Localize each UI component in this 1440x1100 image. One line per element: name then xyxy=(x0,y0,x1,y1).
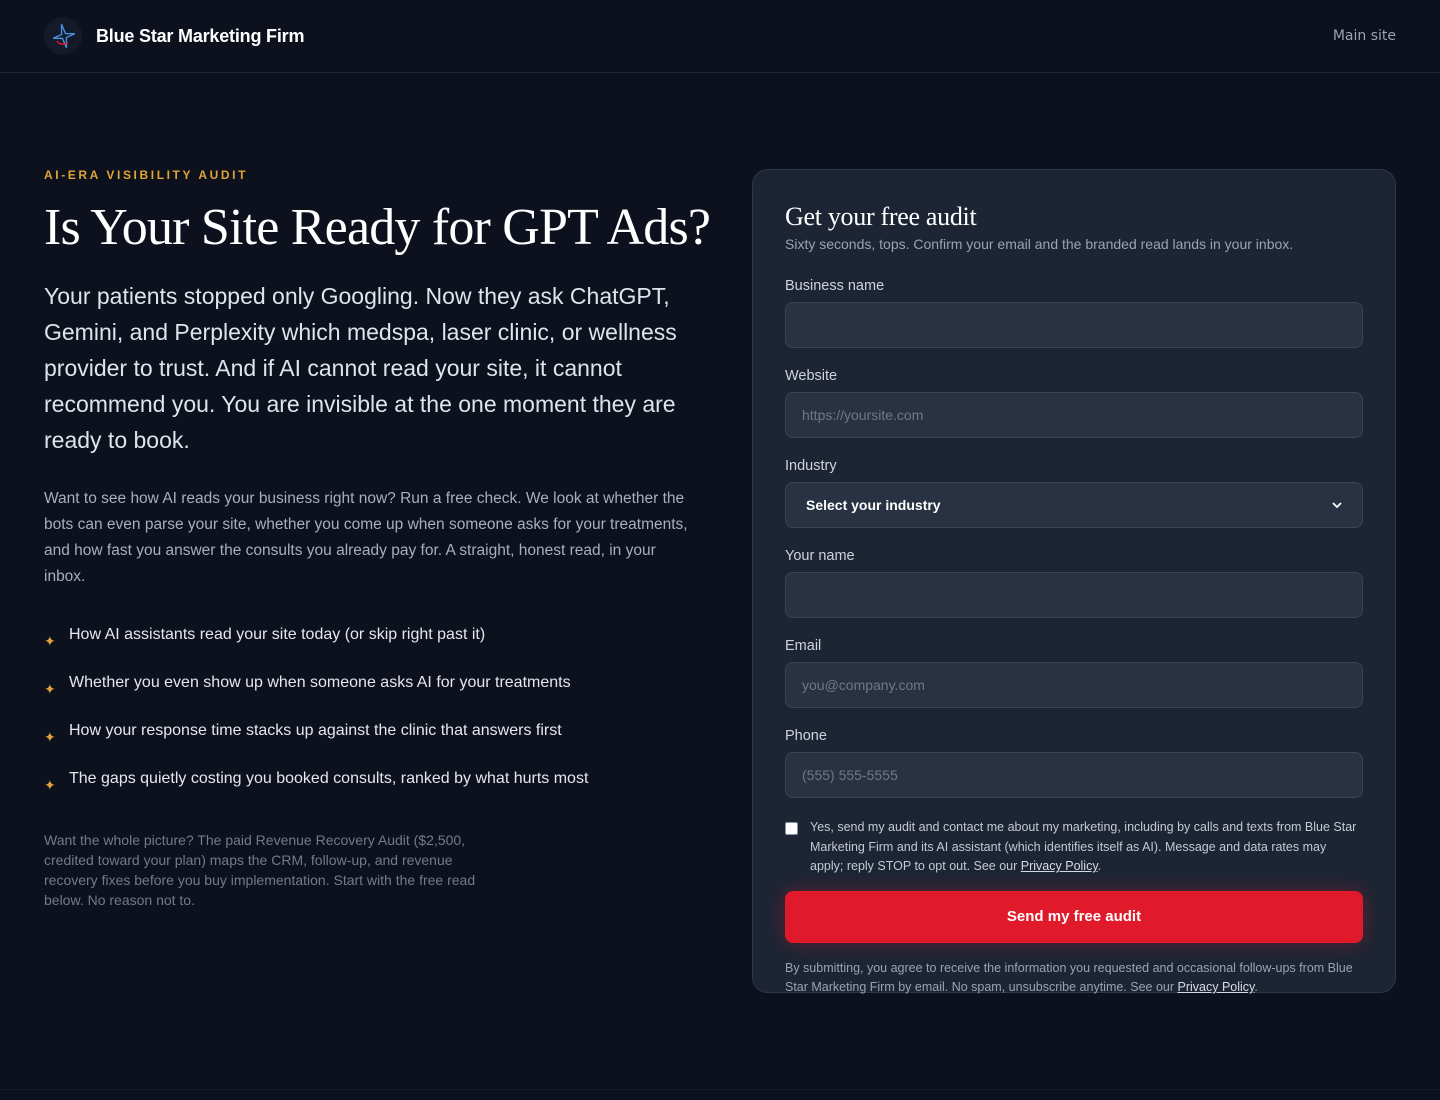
benefit-list: ✦ How AI assistants read your site today… xyxy=(44,624,694,796)
legal-end: . xyxy=(1254,980,1258,994)
industry-label: Industry xyxy=(785,458,837,474)
main-site-link[interactable]: Main site xyxy=(1333,28,1396,44)
business-name-input[interactable] xyxy=(785,302,1363,348)
consent-checkbox[interactable] xyxy=(785,822,798,835)
list-item: ✦ How your response time stacks up again… xyxy=(44,720,694,748)
list-item: ✦ Whether you even show up when someone … xyxy=(44,672,694,700)
hero-body: Want to see how AI reads your business r… xyxy=(44,489,688,585)
industry-select[interactable]: Select your industry xyxy=(785,482,1363,528)
phone-label: Phone xyxy=(785,728,827,744)
list-item: ✦ The gaps quietly costing you booked co… xyxy=(44,768,694,796)
list-item-text: How AI assistants read your site today (… xyxy=(69,625,486,643)
list-item-text: How your response time stacks up against… xyxy=(69,721,562,739)
consent-privacy-link[interactable]: Privacy Policy xyxy=(1021,859,1098,873)
legal-privacy-link[interactable]: Privacy Policy xyxy=(1178,980,1255,994)
form-title: Get your free audit xyxy=(785,202,977,231)
email-input[interactable] xyxy=(785,662,1363,708)
website-field-group: Website xyxy=(785,368,1363,438)
email-label: Email xyxy=(785,638,822,654)
industry-field-group: Industry Select your industry xyxy=(785,458,1363,528)
legal-body: By submitting, you agree to receive the … xyxy=(785,960,1353,995)
page-title: Is Your Site Ready for GPT Ads? xyxy=(44,199,711,256)
phone-input[interactable] xyxy=(785,752,1363,798)
footer-divider xyxy=(0,1089,1440,1090)
list-item: ✦ How AI assistants read your site today… xyxy=(44,624,694,652)
business-name-field-group: Business name xyxy=(785,278,1363,348)
blue-star-logo-icon xyxy=(44,17,82,55)
phone-field-group: Phone xyxy=(785,728,1363,798)
sparkle-icon: ✦ xyxy=(44,632,56,649)
audit-form-card: Get your free audit Sixty seconds, tops.… xyxy=(752,169,1396,994)
eyebrow: AI-ERA VISIBILITY AUDIT xyxy=(44,168,249,182)
your-name-label: Your name xyxy=(785,548,855,564)
paid-audit-note: Want the whole picture? The paid Revenue… xyxy=(44,831,476,908)
consent-row: Yes, send my audit and contact me about … xyxy=(785,818,1363,877)
website-label: Website xyxy=(785,368,838,384)
hero-section: AI-ERA VISIBILITY AUDIT Is Your Site Rea… xyxy=(44,168,711,910)
consent-end: . xyxy=(1097,859,1102,873)
brand[interactable]: Blue Star Marketing Firm xyxy=(44,17,304,55)
hero-lead: Your patients stopped only Googling. Now… xyxy=(44,282,677,453)
website-input[interactable] xyxy=(785,392,1363,438)
industry-selected-value: Select your industry xyxy=(806,497,941,513)
form-subtitle: Sixty seconds, tops. Confirm your email … xyxy=(785,236,1294,252)
legal-text: By submitting, you agree to receive the … xyxy=(785,959,1363,998)
business-name-label: Business name xyxy=(785,278,885,294)
your-name-input[interactable] xyxy=(785,572,1363,618)
sparkle-icon: ✦ xyxy=(44,680,56,697)
send-audit-button[interactable]: Send my free audit xyxy=(785,890,1363,943)
brand-name: Blue Star Marketing Firm xyxy=(96,25,305,46)
list-item-text: The gaps quietly costing you booked cons… xyxy=(69,769,589,787)
sparkle-icon: ✦ xyxy=(44,776,56,793)
site-header: Blue Star Marketing Firm Main site xyxy=(0,0,1440,73)
chevron-down-icon xyxy=(1332,498,1342,512)
your-name-field-group: Your name xyxy=(785,548,1363,618)
sparkle-icon: ✦ xyxy=(44,728,56,745)
consent-text: Yes, send my audit and contact me about … xyxy=(810,818,1363,877)
list-item-text: Whether you even show up when someone as… xyxy=(69,673,571,691)
email-field-group: Email xyxy=(785,638,1363,708)
